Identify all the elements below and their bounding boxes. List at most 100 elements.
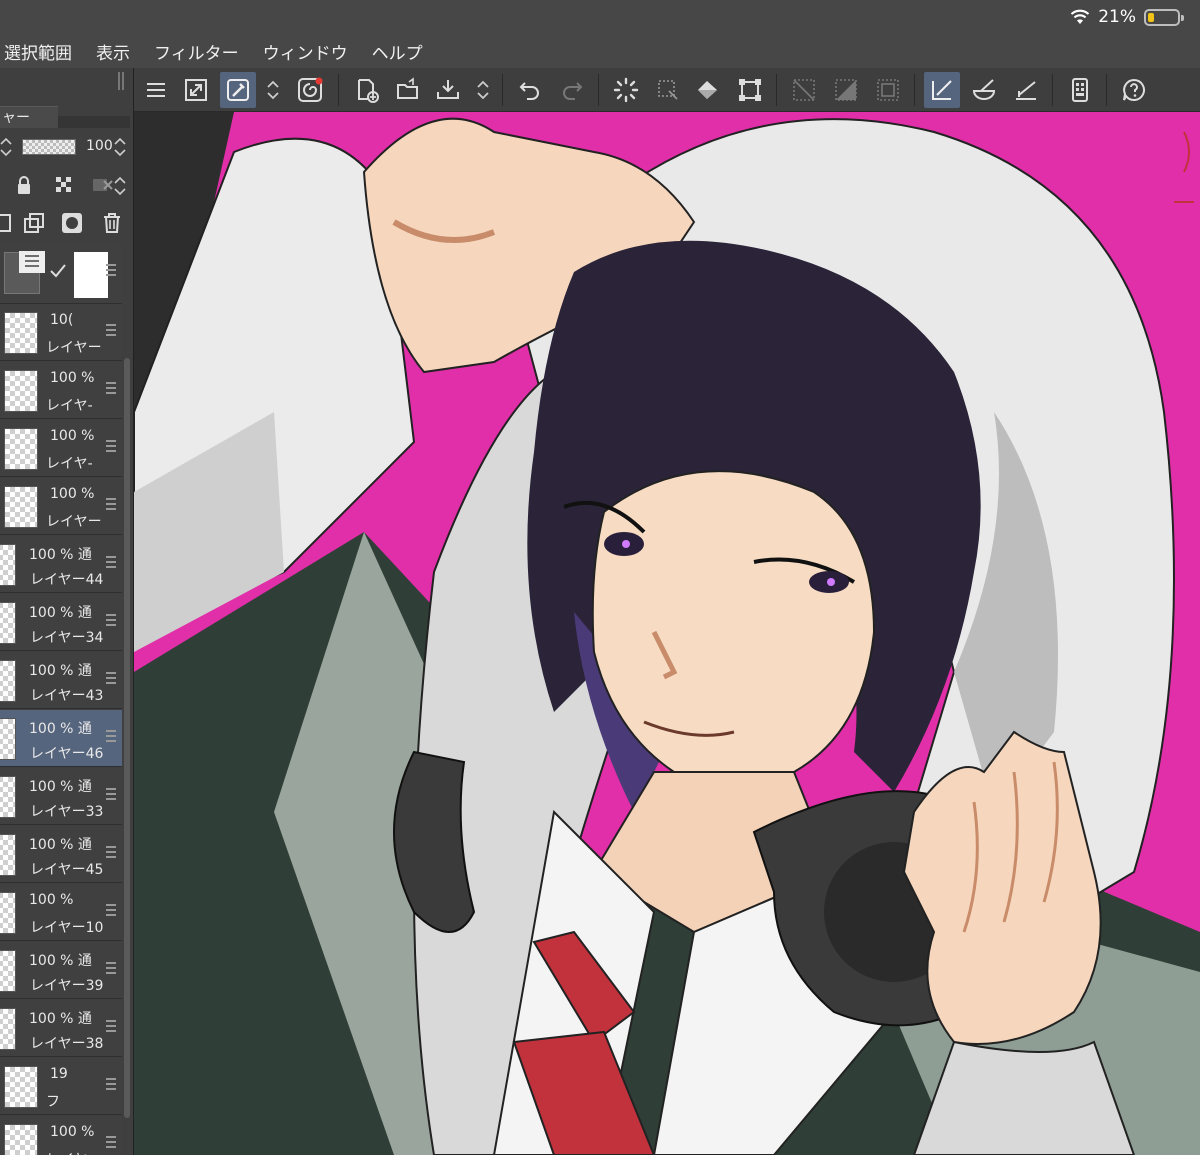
show-selection-icon[interactable] [870,72,906,108]
selection-icon[interactable] [650,72,686,108]
ruler-icon[interactable] [1008,72,1044,108]
save-icon[interactable] [430,72,466,108]
new-document-icon[interactable] [348,72,384,108]
drag-grip-icon[interactable] [106,904,116,918]
lock-icon[interactable] [12,173,36,197]
layer-row[interactable]: 100 % レイヤー [0,1116,122,1155]
layer-thumbnail [0,544,16,586]
transform-icon[interactable] [732,72,768,108]
layer-row[interactable]: 100 % 通レイヤー34 [0,594,122,651]
stepper-icon[interactable] [114,136,126,158]
stepper-icon[interactable] [0,136,12,158]
menu-icon[interactable] [138,72,174,108]
drag-grip-icon[interactable] [106,498,116,512]
redo-icon[interactable] [554,72,590,108]
status-indicators: 21% [1070,7,1184,27]
menu-selection[interactable]: 選択範囲 [4,39,72,64]
layer-opacity: 100 % [50,486,95,502]
stepper-icon[interactable] [474,72,492,108]
device-settings-icon[interactable] [1062,72,1098,108]
fit-to-screen-icon[interactable] [178,72,214,108]
layer-row[interactable]: 100 % レイヤー10 [0,884,122,941]
layer-opacity: 100 % 通 [29,547,92,563]
menu-filter[interactable]: フィルター [154,39,239,64]
brush-icon[interactable] [966,72,1002,108]
eyedropper-icon[interactable] [220,72,256,108]
panel-scrollbar[interactable] [124,358,130,1118]
panel-drag-handle[interactable] [118,72,128,94]
layer-name: レイヤー33 [30,804,104,820]
checkmark-icon[interactable] [50,264,66,278]
fill-icon[interactable] [690,72,726,108]
opacity-slider[interactable] [22,139,76,155]
drag-grip-icon[interactable] [106,730,116,744]
layer-name: レイヤー39 [30,978,104,994]
layer-thumbnail [0,660,16,702]
paper-color-swatch [74,252,108,298]
layer-row[interactable]: 100 % 通レイヤー39 [0,942,122,999]
drag-grip-icon[interactable] [106,440,116,454]
layer-row[interactable]: 100 % レイヤ- [0,420,122,477]
paper-layer-row[interactable] [0,244,122,304]
drag-grip-icon[interactable] [106,324,116,338]
open-folder-icon[interactable] [390,72,426,108]
menu-view[interactable]: 表示 [96,39,130,64]
layer-thumbnail [0,950,16,992]
layer-name: レイヤー43 [30,688,104,704]
stepper-icon[interactable] [114,175,126,197]
layer-name: レイヤ- [46,456,93,472]
drag-grip-icon[interactable] [106,264,116,278]
drag-grip-icon[interactable] [106,846,116,860]
drag-grip-icon[interactable] [106,382,116,396]
drag-grip-icon[interactable] [106,556,116,570]
tab-layer[interactable]: ャー [0,106,58,128]
layer-opacity: 100 % [29,892,74,908]
opacity-value[interactable]: 100 [86,138,113,154]
undo-icon[interactable] [512,72,548,108]
invert-selection-icon[interactable] [828,72,864,108]
help-icon[interactable] [1116,72,1152,108]
deselect-icon[interactable] [786,72,822,108]
drag-grip-icon[interactable] [106,1136,116,1150]
layer-row[interactable]: 100 % 通レイヤー33 [0,768,122,825]
toolbar-separator [338,74,339,106]
layer-row[interactable]: 100 % レイヤー [0,478,122,535]
drag-grip-icon[interactable] [106,962,116,976]
menu-window[interactable]: ウィンドウ [263,39,348,64]
layer-thumbnail [4,370,38,412]
drag-grip-icon[interactable] [106,672,116,686]
layer-row[interactable]: 10(レイヤー [0,304,122,361]
loading-spinner-icon[interactable] [608,72,644,108]
trash-icon[interactable] [100,211,124,235]
quick-access-icon[interactable] [292,72,328,108]
stepper-icon[interactable] [264,72,282,108]
reference-layer-icon[interactable] [90,173,114,197]
canvas-area[interactable] [134,112,1200,1155]
drag-grip-icon[interactable] [106,1078,116,1092]
drag-grip-icon[interactable] [106,788,116,802]
toolbar-separator [914,74,915,106]
layer-thumbnail [0,834,16,876]
layer-opacity: 100 % 通 [29,663,92,679]
transparency-lock-icon[interactable] [52,173,76,197]
layer-row[interactable]: 100 % 通レイヤー43 [0,652,122,709]
layer-opacity: 100 % 通 [29,605,92,621]
line-tool-icon[interactable] [924,72,960,108]
layer-opacity: 100 % [50,1124,95,1140]
layer-row[interactable]: 100 % レイヤ- [0,362,122,419]
mask-icon[interactable] [60,211,84,235]
drag-grip-icon[interactable] [106,1020,116,1034]
menu-help[interactable]: ヘルプ [372,39,423,64]
layer-thumbnail [4,1066,38,1108]
copy-layer-icon[interactable] [22,211,46,235]
drag-grip-icon[interactable] [106,614,116,628]
artwork-canvas [134,112,1200,1155]
layer-row[interactable]: 100 % 通レイヤー38 [0,1000,122,1057]
layer-name: レイヤー [46,514,102,530]
new-layer-icon[interactable] [0,211,16,235]
layer-row[interactable]: 100 % 通レイヤー46 [0,710,122,767]
layer-row[interactable]: 19 フ [0,1058,122,1115]
layer-row[interactable]: 100 % 通レイヤー45 [0,826,122,883]
toolbar [134,68,1200,112]
layer-row[interactable]: 100 % 通レイヤー44 [0,536,122,593]
